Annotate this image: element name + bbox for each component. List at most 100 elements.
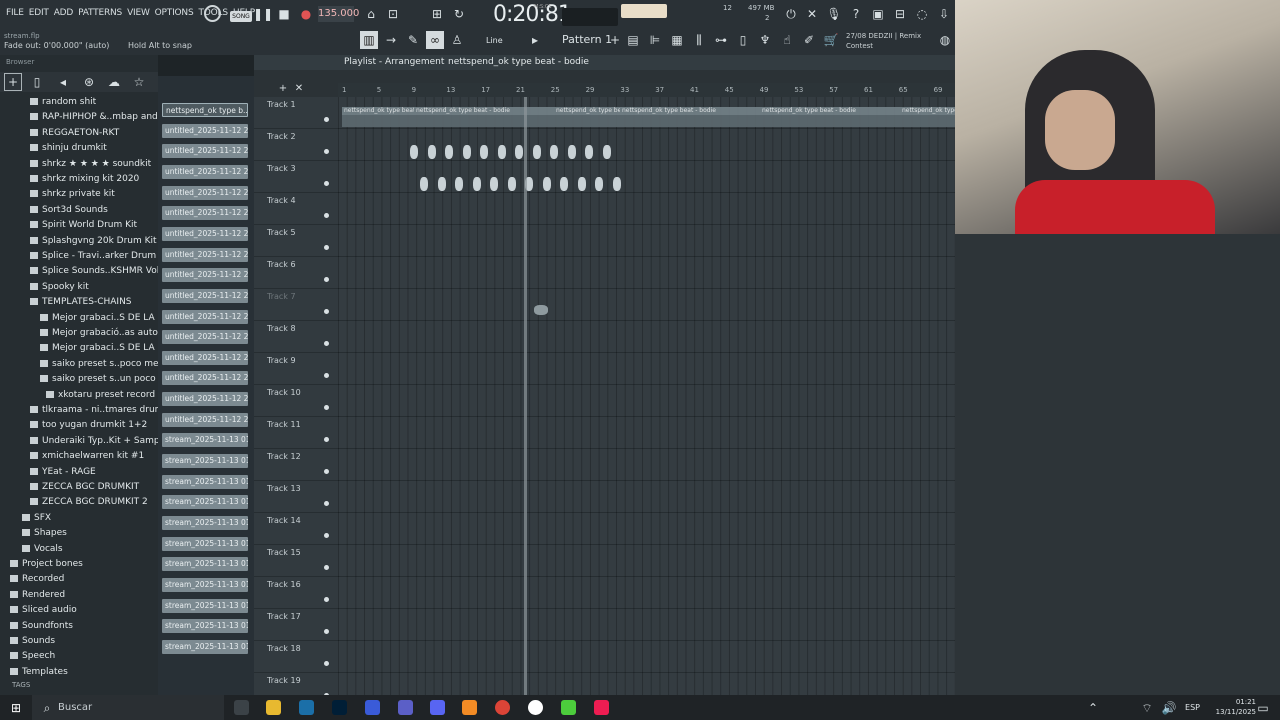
export-icon[interactable]: ⇩ — [935, 5, 953, 23]
file-explorer-icon[interactable] — [266, 700, 281, 715]
browser-item[interactable]: Spooky kit — [0, 280, 158, 295]
drum-clip[interactable] — [445, 145, 453, 159]
browser-item[interactable]: shrkz private kit — [0, 187, 158, 202]
drum-clip[interactable] — [427, 145, 436, 159]
browser-item[interactable]: shinju drumkit — [0, 141, 158, 156]
track-header[interactable]: Track 1 — [254, 97, 338, 129]
browser-plugin-icon[interactable]: ⊛ — [80, 73, 98, 91]
picker-clip[interactable]: untitled_2025-11-12 23-... — [162, 371, 248, 386]
link-icon[interactable]: ∞ — [426, 31, 444, 49]
drum-clip[interactable] — [437, 177, 446, 191]
browser-item[interactable]: saiko preset s..poco mejor v2 — [0, 357, 158, 372]
track-header[interactable]: Track 7 — [254, 289, 338, 321]
globe-icon[interactable]: ◍ — [936, 31, 954, 49]
browser-item[interactable]: too yugan drumkit 1+2 — [0, 418, 158, 433]
chat-icon[interactable]: ◌ — [913, 5, 931, 23]
tree-icon[interactable]: ⊶ — [712, 31, 730, 49]
browser-item[interactable]: Mejor grabació..as autotune) — [0, 326, 158, 341]
picker-clip[interactable]: stream_2025-11-13 01-0... — [162, 454, 248, 469]
windows-start-icon[interactable]: ⊞ — [7, 699, 25, 717]
browser-item[interactable]: Splashgvng 20k Drum Kit — [0, 234, 158, 249]
track-header[interactable]: Track 15 — [254, 545, 338, 577]
browser-item[interactable]: Spirit World Drum Kit — [0, 218, 158, 233]
menu-edit[interactable]: EDIT — [29, 8, 49, 18]
piano-icon[interactable]: ▥ — [360, 31, 378, 49]
drum-clip[interactable] — [532, 145, 541, 159]
browser-item[interactable]: TEMPLATES-CHAINS — [0, 295, 158, 310]
close-icon[interactable]: ✕ — [290, 79, 308, 97]
browser-star-icon[interactable]: ☆ — [130, 73, 148, 91]
shop-icon[interactable]: 🛒 — [822, 31, 840, 49]
track-header[interactable]: Track 9 — [254, 353, 338, 385]
picker-clip[interactable]: untitled_2025-11-12 23-... — [162, 288, 248, 303]
track-header[interactable]: Track 4 — [254, 193, 338, 225]
drum-clip[interactable] — [490, 177, 498, 191]
menu-view[interactable]: VIEW — [127, 8, 150, 18]
drum-clip[interactable] — [515, 145, 523, 159]
browser-item[interactable]: Project bones — [0, 557, 158, 572]
track-mute-dot[interactable] — [324, 117, 329, 122]
track-header[interactable]: Track 11 — [254, 417, 338, 449]
save-icon[interactable]: ▣ — [869, 5, 887, 23]
browser-item[interactable]: Templates — [0, 665, 158, 680]
picker-clip[interactable]: untitled_2025-11-12 23-... — [162, 206, 248, 221]
menu-add[interactable]: ADD — [54, 8, 74, 18]
track-mute-dot[interactable] — [324, 373, 329, 378]
drum-clip[interactable] — [462, 145, 471, 159]
playlist-pattern-name[interactable]: nettspend_ok type beat - bodie — [448, 57, 589, 67]
picker-clip[interactable]: stream_2025-11-13 01-1... — [162, 577, 248, 592]
track-mute-dot[interactable] — [324, 309, 329, 314]
track-header[interactable]: Track 10 — [254, 385, 338, 417]
mixer-icon[interactable]: ▤ — [624, 31, 642, 49]
snap-selector[interactable]: Line — [486, 36, 503, 45]
picker-clip[interactable]: untitled_2025-11-12 22-... — [162, 123, 248, 138]
browser-item[interactable]: REGGAETON-RKT — [0, 126, 158, 141]
browser-item[interactable]: YEat - RAGE — [0, 465, 158, 480]
track-mute-dot[interactable] — [324, 501, 329, 506]
audio-clip[interactable]: nettspend_ok type beat - bodie — [760, 107, 900, 127]
browser-item[interactable]: Speech — [0, 649, 158, 664]
browser-item[interactable]: RAP-HIPHOP &..mbap and lofi — [0, 110, 158, 125]
picker-clip[interactable]: untitled_2025-11-12 23-... — [162, 392, 248, 407]
browser-item[interactable]: Splice Sounds..KSHMR Vol. 3 — [0, 264, 158, 279]
browser-item[interactable]: ZECCA BGC DRUMKIT 2 — [0, 495, 158, 510]
drum-clip[interactable] — [507, 177, 516, 191]
tempo-display[interactable]: 135.000 — [318, 6, 359, 22]
picker-clip[interactable]: untitled_2025-11-12 23-... — [162, 185, 248, 200]
browser-item[interactable]: xmichaelwarren kit #1 — [0, 449, 158, 464]
stamp-icon[interactable]: ♙ — [448, 31, 466, 49]
track-header[interactable]: Track 16 — [254, 577, 338, 609]
track-header[interactable]: Track 18 — [254, 641, 338, 673]
vegas-icon[interactable] — [365, 700, 380, 715]
browser-item[interactable]: Sort3d Sounds — [0, 203, 158, 218]
audio-clip[interactable]: nettspend_ok type beat - bodie — [342, 107, 414, 127]
touch-icon[interactable]: ☝ — [778, 31, 796, 49]
browser-item[interactable]: saiko preset s..un poco mejor — [0, 372, 158, 387]
photoshop-icon[interactable] — [332, 700, 347, 715]
track-mute-dot[interactable] — [324, 597, 329, 602]
wait-record-icon[interactable]: ⊡ — [384, 5, 402, 23]
drum-clip[interactable] — [602, 145, 611, 159]
plugin-icon[interactable]: ⊟ — [891, 5, 909, 23]
obs-icon[interactable] — [528, 700, 543, 715]
drum-clip[interactable] — [410, 145, 418, 159]
track-mute-dot[interactable] — [324, 181, 329, 186]
steam-icon[interactable] — [299, 700, 314, 715]
pattern-selector[interactable]: Pattern 1 — [562, 33, 612, 46]
tray-chevron-icon[interactable]: ⌃ — [1084, 699, 1102, 717]
drum-clip[interactable] — [455, 177, 463, 191]
browser-item[interactable]: tlkraama - ni..tmares drumkit — [0, 403, 158, 418]
browser-item[interactable]: Soundfonts — [0, 619, 158, 634]
audio-clip[interactable]: nettspend_ok type beat - bodie — [900, 107, 955, 127]
discord-icon[interactable] — [430, 700, 445, 715]
track-header[interactable]: Track 5 — [254, 225, 338, 257]
track-header[interactable]: Track 8 — [254, 321, 338, 353]
audio-clip[interactable]: nettspend_ok type beat - bodie — [414, 107, 554, 127]
loop-record-icon[interactable]: ↻ — [450, 5, 468, 23]
browser-item[interactable]: shrkz ★ ★ ★ ★ soundkit — [0, 157, 158, 172]
picker-clip[interactable]: stream_2025-11-13 01-1... — [162, 639, 248, 654]
language-indicator[interactable]: ESP — [1185, 703, 1200, 712]
track-header[interactable]: Track 13 — [254, 481, 338, 513]
browser-speaker-icon[interactable]: ◂ — [54, 73, 72, 91]
drum-clip[interactable] — [497, 145, 506, 159]
